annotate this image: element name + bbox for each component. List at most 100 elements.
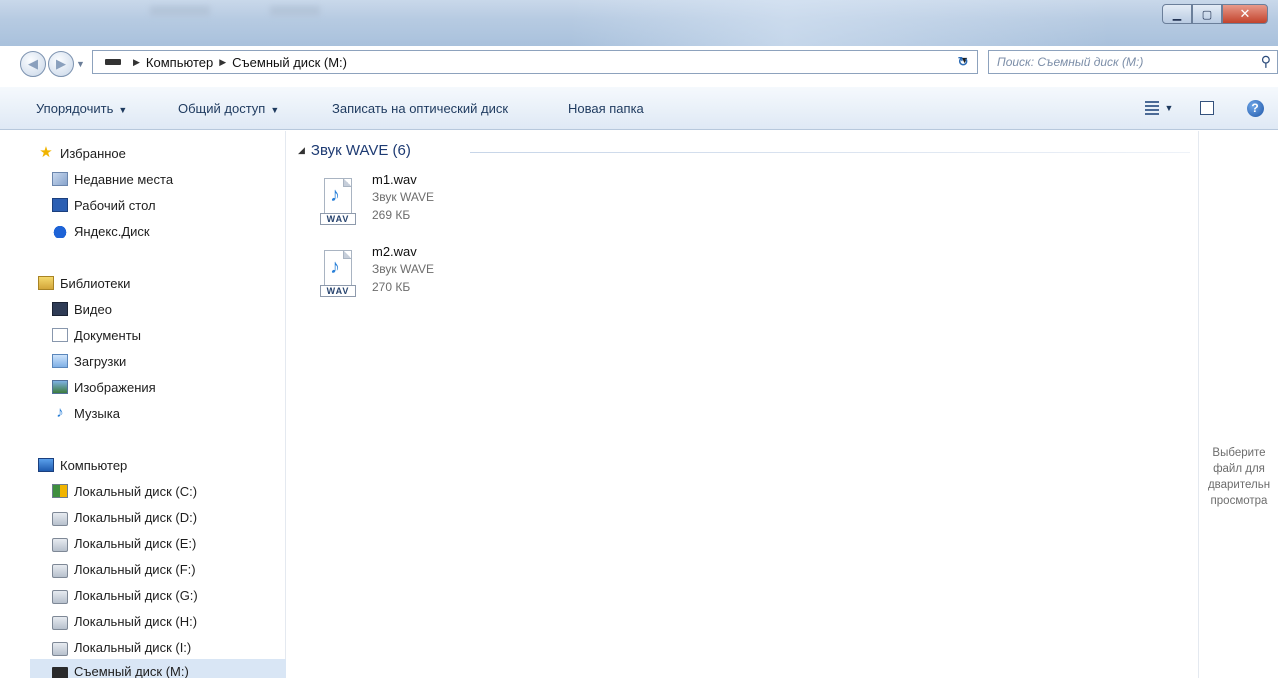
minimize-icon: ▁ xyxy=(1172,8,1182,21)
chevron-right-icon[interactable]: ▶ xyxy=(219,57,226,68)
organize-button[interactable]: Упорядочить ▼ xyxy=(36,101,127,116)
burn-label: Записать на оптический диск xyxy=(332,101,509,116)
music-note-icon: ♪ xyxy=(56,404,64,421)
recent-places-icon xyxy=(52,172,68,186)
file-badge: WAV xyxy=(320,213,356,225)
removable-drive-icon xyxy=(105,59,121,65)
nav-item-drive-e[interactable]: Локальный диск (E:) xyxy=(52,531,196,555)
nav-item-drive-f[interactable]: Локальный диск (F:) xyxy=(52,557,196,581)
pane-icon xyxy=(1200,101,1214,115)
nav-group-favorites[interactable]: ★ Избранное xyxy=(38,141,126,165)
group-divider xyxy=(470,152,1190,153)
nav-item-label: Загрузки xyxy=(74,353,127,369)
burn-button[interactable]: Записать на оптический диск xyxy=(332,101,508,116)
hard-drive-icon xyxy=(52,590,68,604)
nav-item-label: Изображения xyxy=(74,379,156,395)
new-folder-button[interactable]: Новая папка xyxy=(568,101,644,116)
libraries-icon xyxy=(38,276,54,290)
help-button[interactable]: ? xyxy=(1244,97,1266,119)
recent-pages-dropdown[interactable]: ▼ xyxy=(76,59,85,69)
system-drive-icon xyxy=(52,484,68,498)
nav-item-drive-g[interactable]: Локальный диск (G:) xyxy=(52,583,198,607)
nav-item-video[interactable]: Видео xyxy=(52,297,112,321)
nav-item-music[interactable]: ♪ Музыка xyxy=(52,401,120,425)
chevron-down-icon: ▼ xyxy=(270,105,280,115)
search-input[interactable]: Поиск: Съемный диск (M:) ⚲ xyxy=(988,50,1278,74)
nav-item-label: Документы xyxy=(74,327,142,343)
nav-item-label: Локальный диск (E:) xyxy=(74,535,197,551)
cloud-disk-icon xyxy=(52,224,68,238)
organize-label: Упорядочить xyxy=(36,101,114,116)
nav-group-label: Библиотеки xyxy=(60,275,131,291)
file-name: m1.wav xyxy=(372,172,417,187)
breadcrumb-computer[interactable]: Компьютер xyxy=(146,55,213,70)
nav-item-drive-d[interactable]: Локальный диск (D:) xyxy=(52,505,197,529)
nav-item-label: Локальный диск (G:) xyxy=(74,587,198,603)
change-view-button[interactable]: ▼ xyxy=(1140,97,1178,119)
nav-item-label: Локальный диск (I:) xyxy=(74,639,192,655)
arrow-left-icon: ◀ xyxy=(28,56,38,71)
blurred-title-fragment xyxy=(150,6,210,16)
nav-item-images[interactable]: Изображения xyxy=(52,375,156,399)
chevron-down-icon: ▼ xyxy=(1164,103,1174,113)
nav-item-drive-m[interactable]: Съемный диск (M:) xyxy=(30,659,286,678)
preview-pane-button[interactable] xyxy=(1196,97,1218,119)
forward-button[interactable]: ▶ xyxy=(48,51,74,77)
nav-item-label: Съемный диск (M:) xyxy=(74,663,189,678)
search-icon[interactable]: ⚲ xyxy=(1261,53,1271,70)
nav-item-label: Музыка xyxy=(74,405,120,421)
nav-item-label: Локальный диск (D:) xyxy=(74,509,198,525)
wav-file-icon: ♪ WAV xyxy=(320,178,356,228)
chevron-down-icon: ▼ xyxy=(118,105,128,115)
close-button[interactable]: ✕ xyxy=(1222,4,1268,24)
new-folder-label: Новая папка xyxy=(568,101,644,116)
refresh-icon: ↻ xyxy=(957,54,969,69)
collapse-triangle-icon[interactable]: ◢ xyxy=(298,145,305,156)
nav-item-downloads[interactable]: Загрузки xyxy=(52,349,126,373)
close-icon: ✕ xyxy=(1239,6,1251,21)
desktop-icon xyxy=(52,198,68,212)
file-group-header[interactable]: ◢ Звук WAVE (6) xyxy=(298,142,411,159)
preview-hint: Выберите файл для дварительн просмотра xyxy=(1207,447,1271,507)
downloads-icon xyxy=(52,354,68,368)
nav-item-drive-h[interactable]: Локальный диск (H:) xyxy=(52,609,197,633)
help-icon: ? xyxy=(1246,99,1264,117)
file-name: m2.wav xyxy=(372,244,417,259)
nav-item-yandex-disk[interactable]: Яндекс.Диск xyxy=(52,219,150,243)
computer-icon xyxy=(38,458,54,472)
nav-item-documents[interactable]: Документы xyxy=(52,323,141,347)
nav-item-label: Локальный диск (F:) xyxy=(74,561,196,577)
minimize-button[interactable]: ▁ xyxy=(1162,4,1192,24)
hard-drive-icon xyxy=(52,512,68,526)
nav-group-computer[interactable]: Компьютер xyxy=(38,453,127,477)
arrow-right-icon: ▶ xyxy=(56,56,66,71)
nav-group-libraries[interactable]: Библиотеки xyxy=(38,271,130,295)
refresh-button[interactable]: ↻ xyxy=(948,50,978,74)
address-bar[interactable]: ▶ Компьютер ▶ Съемный диск (M:) ▼ xyxy=(92,50,978,74)
pictures-icon xyxy=(52,380,68,394)
navigation-pane: ★ Избранное Недавние места Рабочий стол … xyxy=(0,131,286,678)
window-controls: ▁ ▢ ✕ xyxy=(1162,4,1268,24)
pane-divider[interactable] xyxy=(285,131,286,678)
nav-item-desktop[interactable]: Рабочий стол xyxy=(52,193,156,217)
file-type: Звук WAVE xyxy=(372,262,434,276)
nav-item-drive-c[interactable]: Локальный диск (C:) xyxy=(52,479,197,503)
search-placeholder: Поиск: Съемный диск (M:) xyxy=(997,55,1144,69)
maximize-button[interactable]: ▢ xyxy=(1192,4,1222,24)
breadcrumb-removable-disk[interactable]: Съемный диск (M:) xyxy=(232,55,347,70)
preview-pane: Выберите файл для дварительн просмотра xyxy=(1198,131,1278,678)
nav-item-recent-places[interactable]: Недавние места xyxy=(52,167,173,191)
file-badge: WAV xyxy=(320,285,356,297)
nav-item-label: Недавние места xyxy=(74,171,174,187)
nav-group-label: Избранное xyxy=(60,145,126,161)
nav-item-label: Локальный диск (H:) xyxy=(74,613,198,629)
share-button[interactable]: Общий доступ ▼ xyxy=(178,101,279,116)
chevron-right-icon[interactable]: ▶ xyxy=(133,57,140,68)
nav-group-label: Компьютер xyxy=(60,457,128,473)
file-item[interactable]: ♪ WAV m1.wav Звук WAVE 269 КБ xyxy=(316,172,516,244)
nav-item-drive-i[interactable]: Локальный диск (I:) xyxy=(52,635,191,659)
file-item[interactable]: ♪ WAV m2.wav Звук WAVE 270 КБ xyxy=(316,244,516,316)
page-fold xyxy=(343,179,351,187)
back-button[interactable]: ◀ xyxy=(20,51,46,77)
file-size: 270 КБ xyxy=(372,280,411,294)
